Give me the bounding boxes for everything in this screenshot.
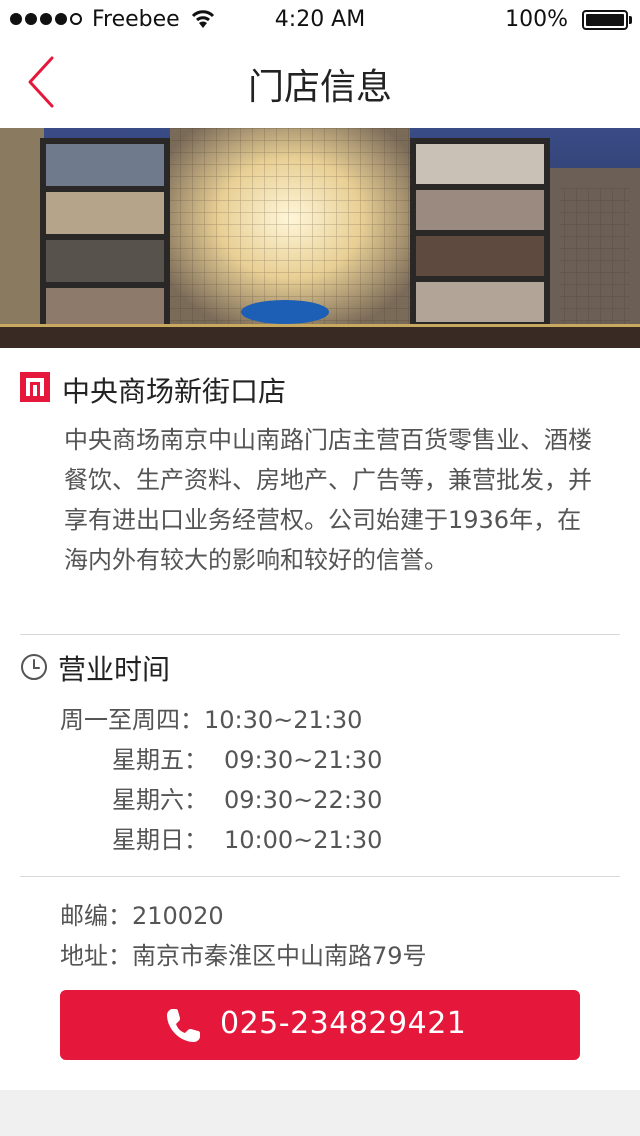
- address: 地址：南京市秦淮区中山南路79号: [60, 942, 427, 970]
- phone-icon: [167, 1009, 200, 1042]
- battery-percent: 100%: [505, 7, 568, 32]
- status-bar: Freebee 4:20 AM 100%: [0, 0, 640, 40]
- hours-row: 星期五： 09:30~21:30: [112, 746, 383, 774]
- clock-icon: [21, 654, 47, 680]
- hours-row: 星期六： 09:30~22:30: [112, 786, 383, 814]
- business-hours-title: 营业时间: [58, 653, 171, 686]
- store-description: 中央商场南京中山南路门店主营百货零售业、酒楼餐饮、生产资料、房地产、广告等，兼营…: [64, 426, 592, 574]
- store-info-page: Freebee 4:20 AM 100% 门店信息 中央商场新街口店 中央商场南…: [0, 0, 640, 1090]
- hours-row: 星期日： 10:00~21:30: [112, 826, 383, 854]
- postcode: 邮编：210020: [60, 902, 224, 930]
- phone-number: 025-234829421: [220, 1006, 467, 1041]
- store-photo: [0, 128, 640, 348]
- store-name: 中央商场新街口店: [62, 375, 287, 408]
- call-button[interactable]: 025-234829421: [60, 990, 580, 1060]
- divider: [20, 634, 620, 635]
- page-title: 门店信息: [247, 67, 392, 108]
- divider: [20, 876, 620, 877]
- store-logo-icon: [20, 372, 50, 402]
- hours-row: 周一至周四：10:30~21:30: [60, 706, 363, 734]
- nav-bar: 门店信息: [0, 40, 640, 128]
- battery-icon: [582, 10, 632, 30]
